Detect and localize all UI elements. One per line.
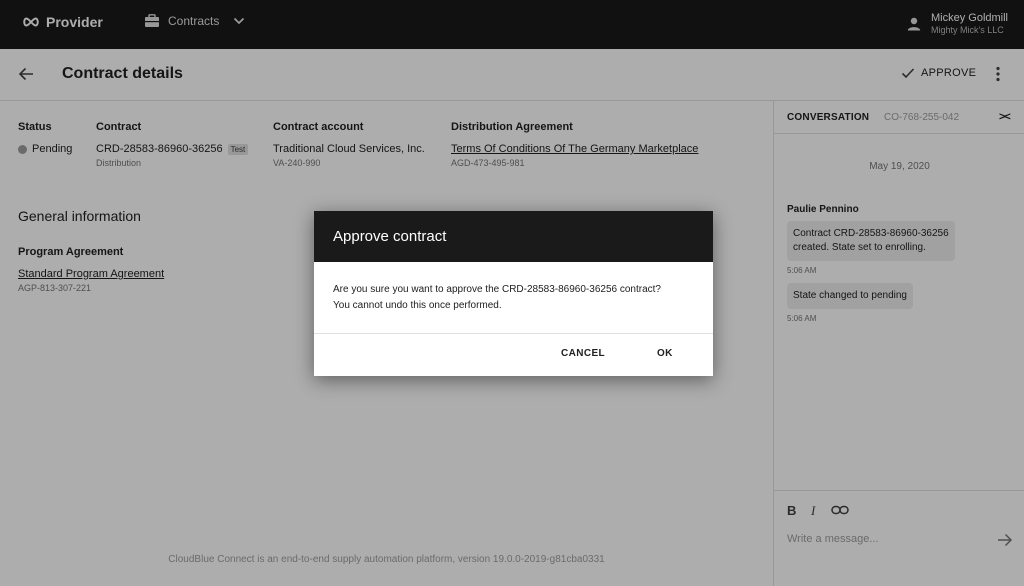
cancel-button[interactable]: CANCEL <box>561 348 605 359</box>
dialog-message: Are you sure you want to approve the CRD… <box>314 262 713 334</box>
dialog-actions: CANCEL OK <box>314 334 713 376</box>
approve-contract-dialog: Approve contract Are you sure you want t… <box>314 211 713 376</box>
dialog-message-line: You cannot undo this once performed. <box>333 300 502 311</box>
ok-button[interactable]: OK <box>657 348 673 359</box>
dialog-title: Approve contract <box>314 211 713 262</box>
dialog-message-line: Are you sure you want to approve the CRD… <box>333 284 661 295</box>
